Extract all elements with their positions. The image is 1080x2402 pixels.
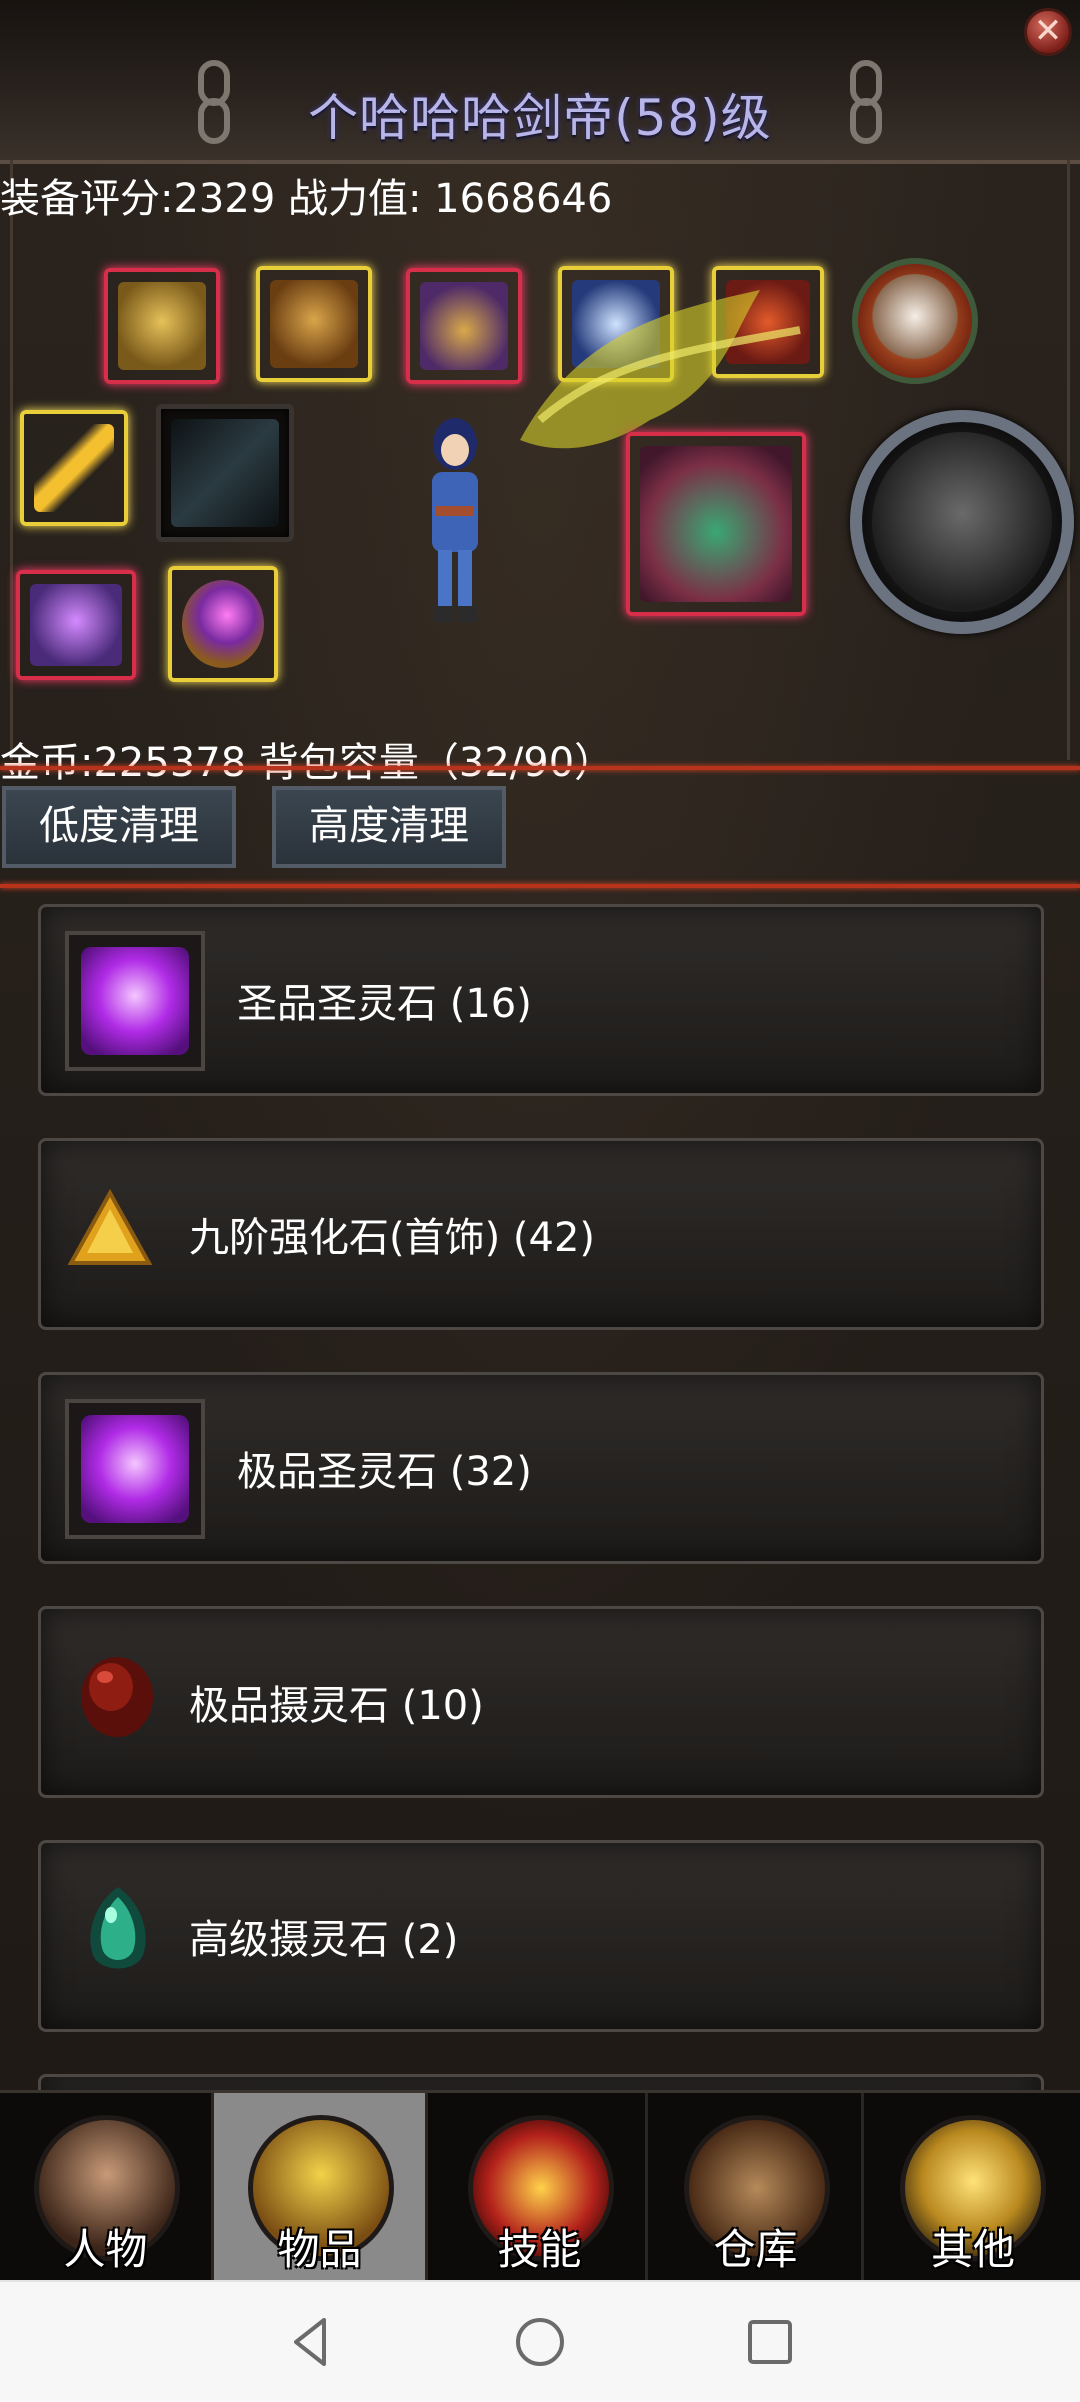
- item-list[interactable]: 圣品圣灵石 (16) 九阶强化石(首饰) (42) 极品圣灵石 (32) 极品摄…: [0, 890, 1080, 2090]
- mount-slot[interactable]: [850, 410, 1074, 634]
- tab-label: 物品: [277, 2225, 362, 2274]
- item-icon-frame: [65, 1399, 205, 1539]
- armor-icon: [270, 280, 358, 368]
- gauntlet-icon: [420, 282, 508, 370]
- character-panel: 个哈哈哈剑帝(58)级 ✕ 装备评分:2329 战力值: 1668646 金币:…: [0, 0, 1080, 2090]
- back-icon[interactable]: [280, 2312, 340, 2372]
- home-icon[interactable]: [510, 2312, 570, 2372]
- title-bar: 个哈哈哈剑帝(58)级: [0, 0, 1080, 164]
- necklace-icon: [30, 584, 122, 666]
- character-title: 个哈哈哈剑帝(58)级: [308, 89, 772, 147]
- tab-label: 仓库: [713, 2225, 798, 2274]
- tab-other[interactable]: 其他: [866, 2093, 1080, 2283]
- list-item[interactable]: [38, 2074, 1044, 2090]
- close-button[interactable]: ✕: [1024, 8, 1072, 56]
- list-item[interactable]: 高级摄灵石 (2): [38, 1840, 1044, 2032]
- sword-icon: [171, 419, 279, 527]
- gold-enhance-stone-icon: [67, 1188, 153, 1265]
- armor-slot[interactable]: [256, 266, 372, 382]
- dragon-pet-icon: [640, 446, 792, 602]
- item-icon-frame: [65, 931, 205, 1071]
- red-soul-stone-icon: [81, 1657, 153, 1737]
- low-clean-button[interactable]: 低度清理: [2, 786, 236, 868]
- item-name: 九阶强化石(首饰) (42): [189, 1215, 596, 1261]
- tab-warehouse[interactable]: 仓库: [650, 2093, 864, 2283]
- list-item[interactable]: 九阶强化石(首饰) (42): [38, 1138, 1044, 1330]
- tab-items[interactable]: 物品: [214, 2093, 428, 2283]
- high-clean-button[interactable]: 高度清理: [272, 786, 506, 868]
- tab-skills[interactable]: 技能: [434, 2093, 648, 2283]
- inventory-line: 金币:225378 背包容量（32/90）: [0, 740, 615, 786]
- item-name: 极品圣灵石 (32): [237, 1449, 532, 1495]
- pet-slot[interactable]: [626, 432, 806, 616]
- divider: [0, 884, 1080, 888]
- item-name: 极品摄灵石 (10): [189, 1683, 484, 1729]
- stats-line: 装备评分:2329 战力值: 1668646: [0, 176, 613, 222]
- bracer-slot[interactable]: [20, 410, 128, 526]
- ring-icon: [182, 580, 264, 668]
- tab-character[interactable]: 人物: [0, 2093, 214, 2283]
- character-avatar: [432, 418, 478, 622]
- tiger-mount-icon: [872, 432, 1052, 612]
- item-name: 圣品圣灵石 (16): [237, 981, 532, 1027]
- medal-slot[interactable]: [852, 258, 978, 384]
- medal-icon: [868, 274, 962, 368]
- recents-icon[interactable]: [740, 2312, 800, 2372]
- system-nav-bar: [0, 2280, 1080, 2402]
- divider: [0, 766, 1080, 770]
- list-item[interactable]: 极品圣灵石 (32): [38, 1372, 1044, 1564]
- tab-label: 技能: [497, 2225, 582, 2274]
- green-soul-stone-icon: [90, 1887, 146, 1969]
- bottom-tab-bar: 人物 物品 技能 仓库 其他: [0, 2090, 1080, 2283]
- tab-label: 人物: [63, 2225, 148, 2274]
- necklace-slot[interactable]: [16, 570, 136, 680]
- purple-spirit-stone-icon: [81, 1415, 189, 1523]
- list-item[interactable]: 极品摄灵石 (10): [38, 1606, 1044, 1798]
- sword-slot[interactable]: [156, 404, 294, 542]
- ring-slot[interactable]: [168, 566, 278, 682]
- game-screen: 个哈哈哈剑帝(58)级 ✕ 装备评分:2329 战力值: 1668646 金币:…: [0, 0, 1080, 2283]
- close-icon: ✕: [1033, 11, 1063, 51]
- helmet-slot[interactable]: [104, 268, 220, 384]
- item-name: 高级摄灵石 (2): [189, 1917, 459, 1963]
- tab-label: 其他: [930, 2225, 1015, 2274]
- bracer-icon: [34, 424, 114, 512]
- helmet-icon: [118, 282, 206, 370]
- purple-spirit-stone-icon: [81, 947, 189, 1055]
- list-item[interactable]: 圣品圣灵石 (16): [38, 904, 1044, 1096]
